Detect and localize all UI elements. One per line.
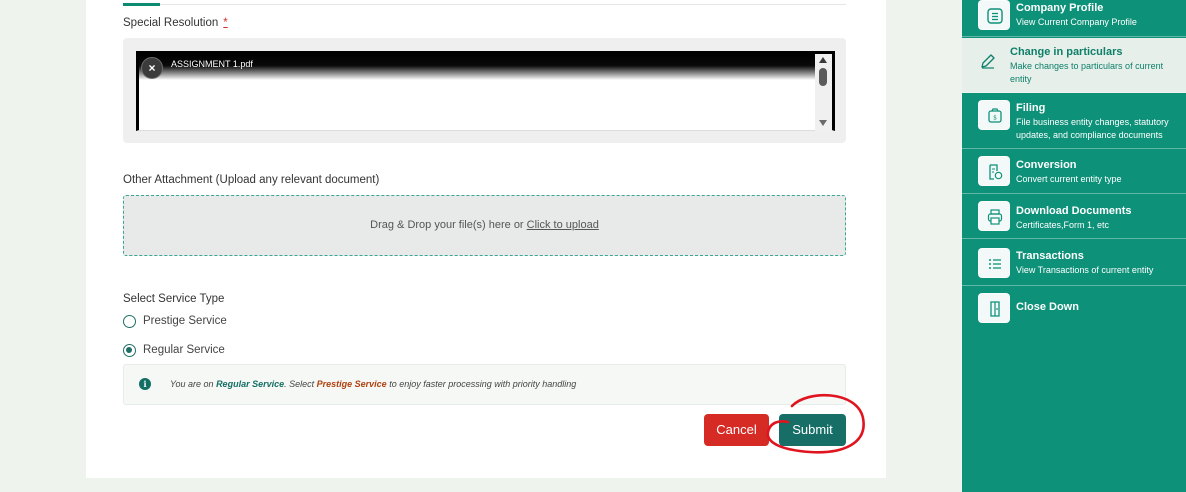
sidebar-item-title: Download Documents: [1016, 205, 1132, 217]
file-preview: ASSIGNMENT 1.pdf: [136, 51, 835, 131]
notice-text: You are on Regular Service. Select Prest…: [170, 379, 576, 389]
sidebar-item-title: Close Down: [1016, 301, 1079, 313]
sidebar-item-title: Change in particulars: [1010, 46, 1123, 58]
svg-text:$: $: [993, 115, 997, 122]
notice-current-service: Regular Service: [216, 379, 285, 389]
special-resolution-text: Special Resolution: [123, 17, 219, 29]
uploaded-file-name: ASSIGNMENT 1.pdf: [171, 59, 253, 69]
service-type-label: Select Service Type: [123, 293, 225, 305]
company-profile-icon: [978, 0, 1010, 30]
sidebar-item-subtitle: File business entity changes, statutory …: [1016, 117, 1169, 140]
info-icon: i: [139, 378, 151, 390]
sidebar-item-company-profile[interactable]: Company Profile View Current Company Pro…: [962, 0, 1186, 37]
sidebar-item-title: Transactions: [1016, 250, 1084, 262]
pencil-icon: [972, 46, 1004, 76]
scroll-thumb[interactable]: [819, 68, 827, 86]
special-resolution-label: Special Resolution *: [123, 17, 228, 29]
dropzone-text: Drag & Drop your file(s) here or: [370, 219, 524, 231]
preview-scrollbar[interactable]: [815, 54, 832, 131]
other-attachment-label: Other Attachment (Upload any relevant do…: [123, 174, 380, 186]
sidebar-item-filing[interactable]: $ Filing File business entity changes, s…: [962, 94, 1186, 149]
file-preview-header: ASSIGNMENT 1.pdf: [139, 54, 815, 80]
remove-file-button[interactable]: ×: [141, 57, 163, 79]
sidebar-item-download-documents[interactable]: Download Documents Certificates,Form 1, …: [962, 195, 1186, 239]
prestige-service-label[interactable]: Prestige Service: [143, 315, 227, 327]
regular-service-radio[interactable]: [123, 344, 136, 357]
sidebar-item-title: Conversion: [1016, 159, 1077, 171]
filing-icon: $: [978, 100, 1010, 130]
service-notice: i You are on Regular Service. Select Pre…: [123, 364, 846, 405]
sidebar-item-subtitle: View Current Company Profile: [1016, 17, 1137, 27]
notice-middle: . Select: [284, 379, 315, 389]
sidebar-item-subtitle: View Transactions of current entity: [1016, 265, 1154, 275]
prestige-service-radio[interactable]: [123, 315, 136, 328]
notice-upgrade-service: Prestige Service: [316, 379, 387, 389]
required-mark: *: [223, 17, 228, 29]
cancel-button[interactable]: Cancel: [704, 414, 769, 446]
conversion-icon: [978, 156, 1010, 186]
sidebar-item-subtitle: Convert current entity type: [1016, 174, 1122, 184]
scroll-up-arrow-icon[interactable]: [819, 57, 827, 63]
scroll-down-arrow-icon[interactable]: [819, 120, 827, 126]
sidebar-item-subtitle: Make changes to particulars of current e…: [1010, 61, 1164, 84]
list-icon: [978, 248, 1010, 278]
sidebar-item-conversion[interactable]: Conversion Convert current entity type: [962, 150, 1186, 194]
sidebar-item-transactions[interactable]: Transactions View Transactions of curren…: [962, 240, 1186, 286]
regular-service-label[interactable]: Regular Service: [143, 344, 225, 356]
tab-divider: [123, 4, 846, 5]
sidebar-item-title: Filing: [1016, 102, 1046, 114]
submit-button[interactable]: Submit: [779, 414, 846, 446]
notice-prefix: You are on: [170, 379, 214, 389]
active-tab-indicator: [123, 3, 160, 6]
sidebar: Company Profile View Current Company Pro…: [962, 0, 1186, 492]
sidebar-item-change-in-particulars[interactable]: Change in particulars Make changes to pa…: [962, 38, 1186, 93]
close-down-icon: [978, 293, 1010, 323]
sidebar-item-subtitle: Certificates,Form 1, etc: [1016, 220, 1110, 230]
click-to-upload-link[interactable]: Click to upload: [527, 219, 599, 231]
sidebar-item-close-down[interactable]: Close Down: [962, 287, 1186, 331]
file-dropzone[interactable]: Drag & Drop your file(s) here or Click t…: [123, 195, 846, 256]
sidebar-item-title: Company Profile: [1016, 2, 1104, 14]
notice-suffix: to enjoy faster processing with priority…: [389, 379, 577, 389]
printer-icon: [978, 201, 1010, 231]
